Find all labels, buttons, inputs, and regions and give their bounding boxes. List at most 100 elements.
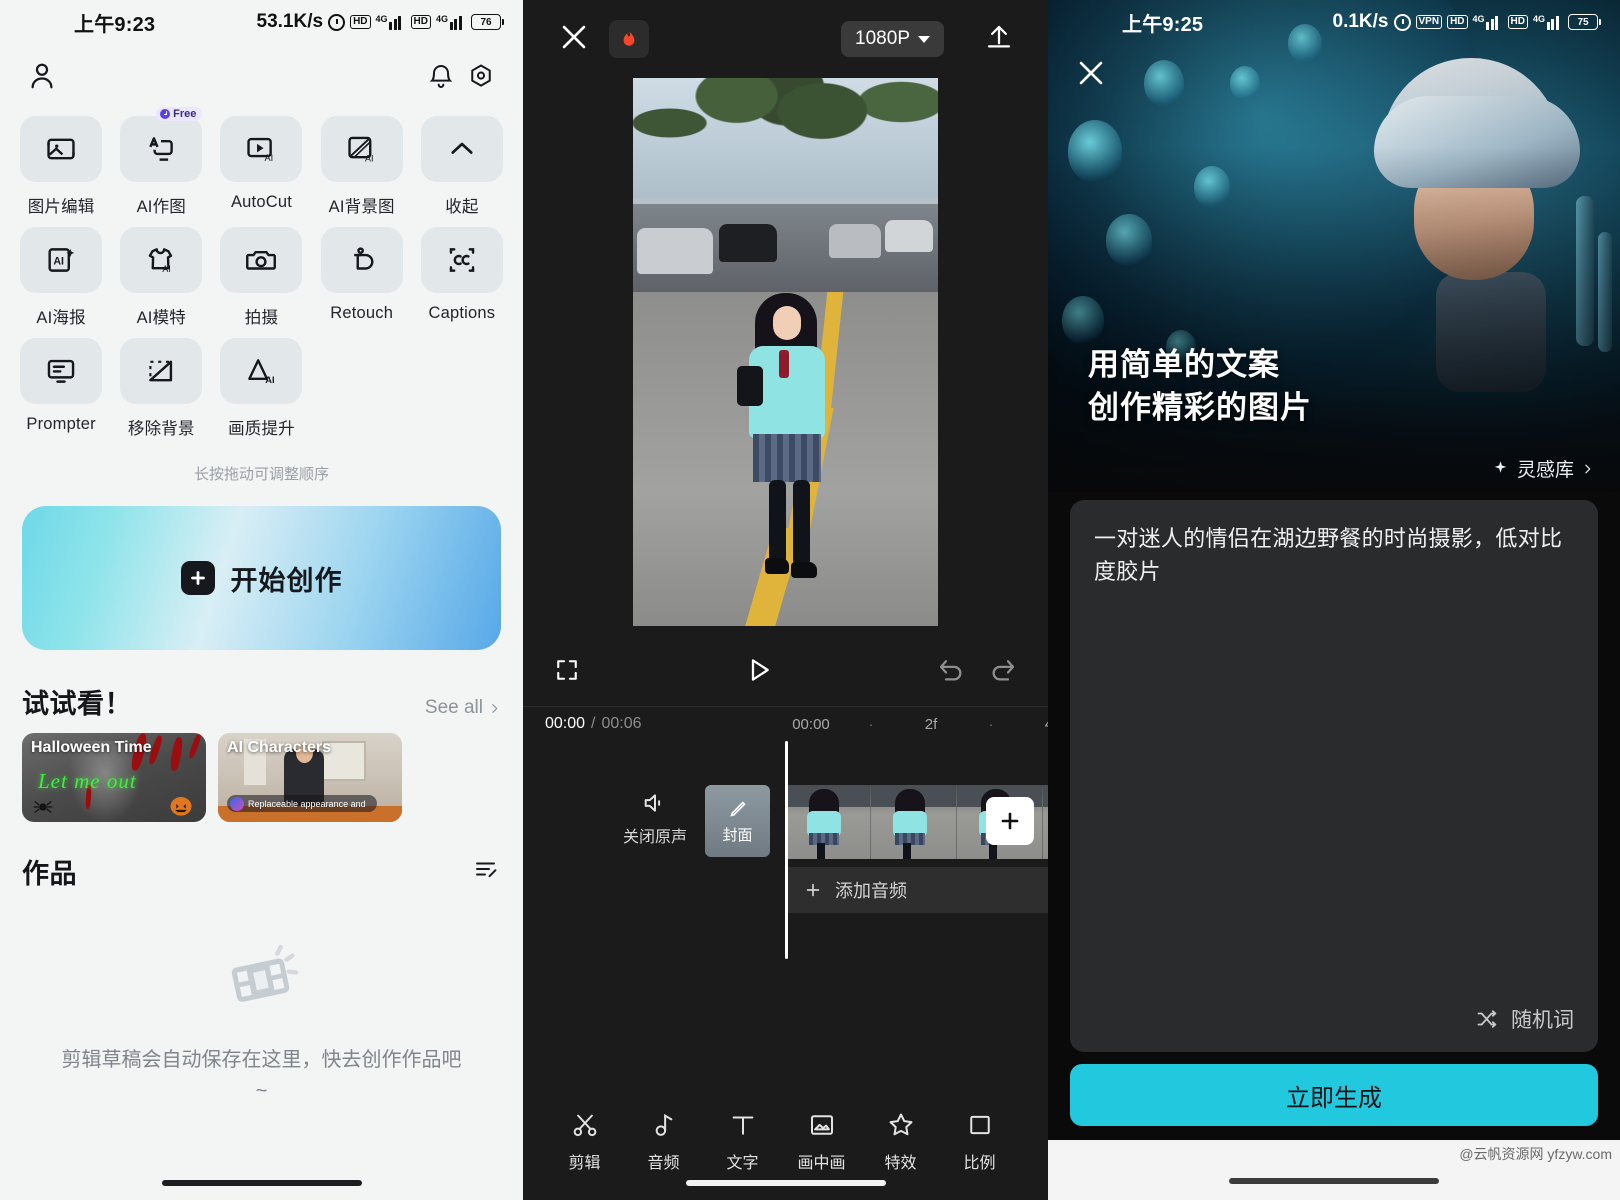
tool-ai-draw[interactable]: Free AI作图 <box>118 107 204 217</box>
preview-subject-skirt <box>753 434 821 482</box>
sparkle-star-icon <box>889 1113 912 1135</box>
close-button[interactable] <box>1074 56 1108 95</box>
tool-tile[interactable] <box>420 116 503 182</box>
flame-button[interactable] <box>609 20 649 58</box>
profile-button[interactable] <box>22 56 62 96</box>
tool-tile[interactable] <box>20 338 103 404</box>
battery-icon: 76 <box>471 14 504 30</box>
undo-button[interactable] <box>936 655 966 690</box>
see-all-button[interactable]: See all <box>425 697 501 719</box>
pumpkin-icon <box>170 797 192 816</box>
tool-tile[interactable]: AI <box>220 116 303 182</box>
g4-label-1: 4G <box>375 13 388 24</box>
play-button[interactable] <box>743 654 775 691</box>
try-section-title: 试试看！ <box>22 689 132 719</box>
tool-tile[interactable]: AI <box>320 116 403 182</box>
redo-button[interactable] <box>988 655 1018 690</box>
timeline-playhead[interactable] <box>785 741 788 959</box>
screenshot-root: 上午9:23 53.1K/s HD 4G HD 4G 76 图片编辑 Free … <box>0 0 1620 1200</box>
notifications-button[interactable] <box>421 56 461 96</box>
tab-overflow-partial[interactable] <box>1019 1126 1048 1156</box>
preview-subject-bag <box>737 366 763 406</box>
tool-label: 移除背景 <box>127 420 195 438</box>
settings-button[interactable] <box>461 56 501 96</box>
tool-autocut[interactable]: AI AutoCut <box>218 116 304 217</box>
panel-ai-image-generation: 上午9:25 0.1K/s VPN HD 4G HD 4G 75 用简单的文案 … <box>1048 0 1620 1200</box>
tab-audio[interactable]: 音频 <box>624 1110 703 1173</box>
tool-tile[interactable] <box>320 227 403 293</box>
tab-ratio[interactable]: 比例 <box>940 1110 1019 1173</box>
shuffle-icon <box>1477 1010 1497 1028</box>
fullscreen-button[interactable] <box>553 656 581 689</box>
tool-slot-empty-2 <box>419 338 505 439</box>
network-speed: 53.1K/s <box>256 11 324 32</box>
tab-edit[interactable]: 剪辑 <box>545 1110 624 1173</box>
cover-label: 封面 <box>722 826 753 844</box>
sparkle-icon <box>1494 461 1507 473</box>
signal-icon-2: 4G <box>436 14 466 30</box>
start-creating-label: 开始创作 <box>230 565 343 596</box>
tool-ai-background[interactable]: AI AI背景图 <box>319 116 405 217</box>
undo-icon <box>939 659 962 680</box>
tool-image-edit[interactable]: 图片编辑 <box>18 116 104 217</box>
prompt-input-box[interactable]: 一对迷人的情侣在湖边野餐的时尚摄影，低对比度胶片 随机词 <box>1070 500 1598 1052</box>
video-preview-area[interactable] <box>523 78 1048 638</box>
fullscreen-icon <box>557 659 577 680</box>
tool-tile[interactable] <box>120 338 203 404</box>
inspiration-library-button[interactable]: 灵感库 <box>1491 455 1594 482</box>
tool-label: AI背景图 <box>328 198 395 216</box>
preview-car <box>719 224 777 262</box>
add-audio-button[interactable]: 添加音频 <box>785 867 1048 913</box>
tool-camera[interactable]: 拍摄 <box>218 227 304 328</box>
works-sort-button[interactable] <box>471 857 501 886</box>
tool-retouch[interactable]: Retouch <box>319 227 405 328</box>
image-edit-icon <box>47 138 75 160</box>
inspiration-library-label: 灵感库 <box>1516 460 1574 481</box>
tool-tile[interactable] <box>120 116 203 182</box>
hero-title: 用简单的文案 创作精彩的图片 <box>1088 344 1312 430</box>
panel-video-editor: 1080P 00:00 / 00:06 00:00 · 2f · 关闭原声 封面… <box>523 0 1114 1200</box>
try-card-halloween[interactable]: Halloween Time Let me out <box>22 733 206 822</box>
tool-prompter[interactable]: Prompter <box>18 338 104 439</box>
preview-car <box>829 224 881 258</box>
tab-text[interactable]: 文字 <box>703 1110 782 1173</box>
tool-tile[interactable]: AI <box>120 227 203 293</box>
random-word-button[interactable]: 随机词 <box>1474 1004 1574 1034</box>
tool-ai-model[interactable]: AI AI模特 <box>118 227 204 328</box>
preview-subject-shoe <box>765 558 789 574</box>
picture-in-picture-icon <box>810 1114 833 1135</box>
add-clip-button[interactable] <box>986 797 1034 845</box>
try-card-ai-characters[interactable]: Replaceable appearance and AI Characters <box>218 733 402 822</box>
free-badge: Free <box>156 107 203 121</box>
generate-button[interactable]: 立即生成 <box>1070 1064 1598 1126</box>
tool-ai-poster[interactable]: AI AI海报 <box>18 227 104 328</box>
resolution-selector[interactable]: 1080P <box>841 21 944 57</box>
battery-icon: 75 <box>1568 14 1601 30</box>
mute-audio-button[interactable]: 关闭原声 <box>623 789 687 847</box>
tab-effects[interactable]: 特效 <box>861 1110 940 1173</box>
prompt-input[interactable]: 一对迷人的情侣在湖边野餐的时尚摄影，低对比度胶片 <box>1094 522 1574 588</box>
tool-remove-background[interactable]: 移除背景 <box>118 338 204 439</box>
tool-collapse[interactable]: 收起 <box>419 116 505 217</box>
tool-tile[interactable]: AI <box>20 227 103 293</box>
video-preview[interactable] <box>633 78 938 626</box>
tool-tile[interactable]: AI <box>220 338 303 404</box>
clip-frame[interactable] <box>785 785 871 859</box>
close-button[interactable] <box>557 20 591 59</box>
start-creating-button[interactable]: 开始创作 <box>22 506 501 650</box>
tool-tile[interactable] <box>220 227 303 293</box>
tool-label: Captions <box>428 304 496 322</box>
tab-pip[interactable]: 画中画 <box>782 1110 861 1173</box>
tool-tile[interactable] <box>20 116 103 182</box>
cover-button[interactable]: 封面 <box>705 785 770 857</box>
tool-quality-enhance[interactable]: AI 画质提升 <box>218 338 304 439</box>
status-time: 上午9:25 <box>1122 13 1204 36</box>
tool-captions[interactable]: Captions <box>419 227 505 328</box>
remove-background-icon <box>149 360 173 382</box>
export-button[interactable] <box>984 22 1014 57</box>
timeline[interactable]: 关闭原声 封面 添加音频 <box>523 741 1048 1082</box>
tool-tile[interactable] <box>420 227 503 293</box>
svg-text:AI: AI <box>266 375 275 385</box>
clip-frame[interactable] <box>871 785 957 859</box>
tab-label: 音频 <box>647 1154 680 1172</box>
